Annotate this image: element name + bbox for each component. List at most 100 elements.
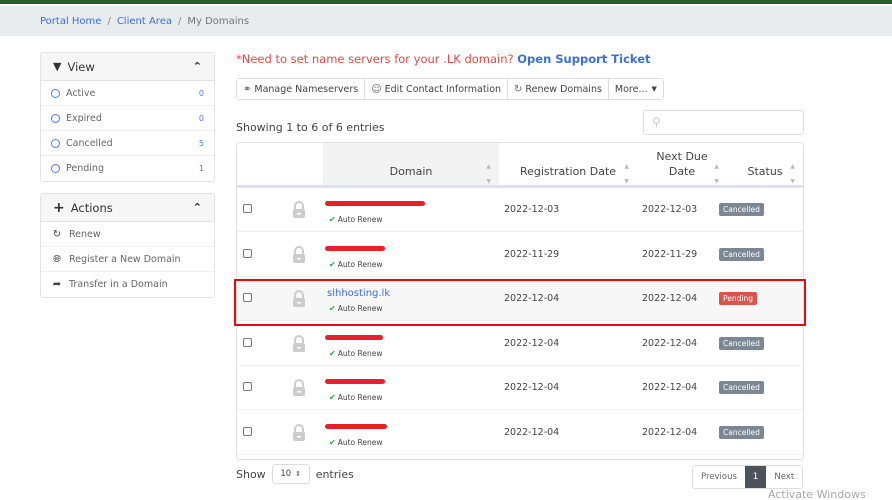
- chevron-up-icon[interactable]: ⌃: [193, 201, 202, 214]
- table-header: Domain ▲ ▼ Registration Date ▲ ▼ Next Due …: [237, 143, 803, 188]
- column-label: Status: [747, 165, 783, 178]
- redacted-domain: [325, 334, 383, 340]
- next-due-date: 2022-11-29: [642, 248, 698, 260]
- actions-panel-header[interactable]: + Actions ⌃: [41, 194, 214, 222]
- column-header-domain[interactable]: Domain ▲ ▼: [323, 143, 499, 185]
- radio-circle-icon: [51, 164, 60, 173]
- action-renew[interactable]: ↻ Renew: [41, 222, 214, 247]
- edit-contact-button[interactable]: ☺ Edit Contact Information: [365, 79, 509, 99]
- action-label: Transfer in a Domain: [69, 279, 168, 290]
- redacted-domain: [325, 201, 425, 206]
- sort-icon: ▲ ▼: [714, 163, 719, 185]
- show-label: Show: [236, 467, 266, 481]
- table-row: ✔ Auto Renew 2022-11-29 2022-11-29 Cancelled: [237, 233, 803, 277]
- column-header-registration-date[interactable]: Registration Date ▲ ▼: [499, 143, 637, 185]
- column-label: Registration Date: [519, 165, 617, 178]
- action-transfer-domain[interactable]: ➦ Transfer in a Domain: [41, 272, 214, 297]
- top-accent-bar: [0, 0, 892, 4]
- view-filter-cancelled[interactable]: Cancelled 5: [41, 131, 214, 156]
- button-label: Manage Nameservers: [254, 83, 359, 95]
- renew-domains-button[interactable]: ↻ Renew Domains: [508, 79, 609, 99]
- activate-windows-watermark: Activate Windows: [768, 488, 866, 500]
- button-label: Renew Domains: [525, 83, 602, 95]
- view-panel-header[interactable]: ▼ View ⌃: [41, 53, 214, 81]
- button-label: Edit Contact Information: [384, 83, 502, 95]
- auto-renew-label: Auto Renew: [337, 393, 383, 402]
- status-badge: Cancelled: [719, 336, 764, 350]
- check-icon: ✔: [329, 393, 336, 402]
- status-badge: Cancelled: [719, 247, 764, 261]
- page-length-control: Show 10 ⇕ entries: [236, 464, 354, 484]
- auto-renew-indicator: ✔ Auto Renew: [329, 349, 383, 358]
- breadcrumb-separator: /: [177, 16, 182, 27]
- filter-count: 5: [198, 138, 204, 148]
- globe-icon: 🌐︎: [53, 253, 61, 265]
- row-checkbox[interactable]: [243, 204, 252, 213]
- next-due-date: 2022-12-03: [642, 204, 698, 215]
- filter-label: Active: [66, 87, 96, 99]
- page-size-value: 10: [280, 469, 292, 479]
- check-icon: ✔: [329, 348, 336, 358]
- row-checkbox[interactable]: [243, 337, 252, 347]
- check-icon: ✔: [329, 437, 336, 447]
- open-support-ticket-link[interactable]: Open Support Ticket: [517, 52, 650, 66]
- row-checkbox[interactable]: [243, 382, 252, 391]
- notice-text: *Need to set name servers for your .LK d…: [236, 52, 518, 66]
- previous-page-button[interactable]: Previous: [693, 466, 745, 488]
- column-header-status[interactable]: Status ▲ ▼: [727, 143, 803, 185]
- next-due-date: 2022-12-04: [642, 337, 698, 349]
- action-label: Register a New Domain: [69, 253, 181, 265]
- registration-date: 2022-12-03: [504, 204, 560, 215]
- auto-renew-label: Auto Renew: [337, 348, 383, 358]
- sort-icon: ▲ ▼: [486, 163, 491, 185]
- sort-arrows-icon: ⇕: [295, 470, 302, 478]
- table-search-input[interactable]: ⚲: [643, 110, 804, 135]
- status-badge: Cancelled: [719, 381, 764, 394]
- view-filter-active[interactable]: Active 0: [41, 81, 214, 106]
- chevron-up-icon[interactable]: ⌃: [193, 60, 202, 73]
- filter-label: Pending: [66, 163, 104, 174]
- lock-icon: [293, 201, 305, 218]
- lock-icon: [293, 334, 305, 352]
- view-filter-expired[interactable]: Expired 0: [41, 106, 214, 131]
- table-row: ✔ Auto Renew 2022-12-04 2022-12-04 Cancelled: [237, 366, 803, 410]
- page-size-select[interactable]: 10 ⇕: [271, 464, 310, 484]
- filter-icon: ▼: [53, 60, 62, 73]
- actions-panel: + Actions ⌃ ↻ Renew 🌐︎ Register a New Do…: [40, 193, 215, 298]
- view-filter-pending[interactable]: Pending 1: [41, 156, 214, 181]
- check-icon: ✔: [329, 215, 336, 224]
- radio-circle-icon: [51, 88, 60, 98]
- row-checkbox[interactable]: [243, 248, 252, 258]
- filter-label: Cancelled: [66, 137, 113, 149]
- action-label: Renew: [69, 228, 101, 240]
- lock-icon: [293, 245, 305, 263]
- action-register-domain[interactable]: 🌐︎ Register a New Domain: [41, 247, 214, 272]
- caret-down-icon: ▼: [651, 85, 657, 93]
- page-1-button[interactable]: 1: [744, 466, 767, 488]
- sync-icon: ↻: [514, 83, 523, 95]
- button-label: More...: [614, 83, 648, 95]
- registration-date: 2022-12-04: [504, 337, 560, 349]
- actions-panel-title: Actions: [70, 200, 113, 215]
- status-badge: Cancelled: [719, 425, 764, 439]
- next-page-button[interactable]: Next: [766, 466, 802, 488]
- auto-renew-label: Auto Renew: [337, 259, 383, 269]
- entries-label: entries: [315, 467, 354, 481]
- more-dropdown-button[interactable]: More... ▼: [608, 79, 663, 99]
- lock-icon: [293, 379, 305, 396]
- breadcrumb-separator: /: [107, 16, 111, 27]
- radio-circle-icon: [51, 138, 60, 148]
- check-icon: ✔: [329, 259, 336, 269]
- lock-icon: [293, 423, 305, 441]
- auto-renew-indicator: ✔ Auto Renew: [329, 393, 383, 402]
- auto-renew-label: Auto Renew: [337, 215, 383, 224]
- filter-count: 0: [198, 113, 204, 123]
- auto-renew-indicator: ✔ Auto Renew: [329, 438, 383, 447]
- manage-nameservers-button[interactable]: ⚭ Manage Nameservers: [237, 79, 366, 99]
- breadcrumb-portal-home[interactable]: Portal Home: [40, 16, 101, 27]
- breadcrumb-client-area[interactable]: Client Area: [117, 16, 172, 27]
- breadcrumb-current: My Domains: [187, 16, 250, 27]
- row-checkbox[interactable]: [243, 426, 252, 436]
- column-header-next-due-date[interactable]: Next Due Date ▲ ▼: [637, 143, 727, 185]
- auto-renew-indicator: ✔ Auto Renew: [329, 260, 383, 269]
